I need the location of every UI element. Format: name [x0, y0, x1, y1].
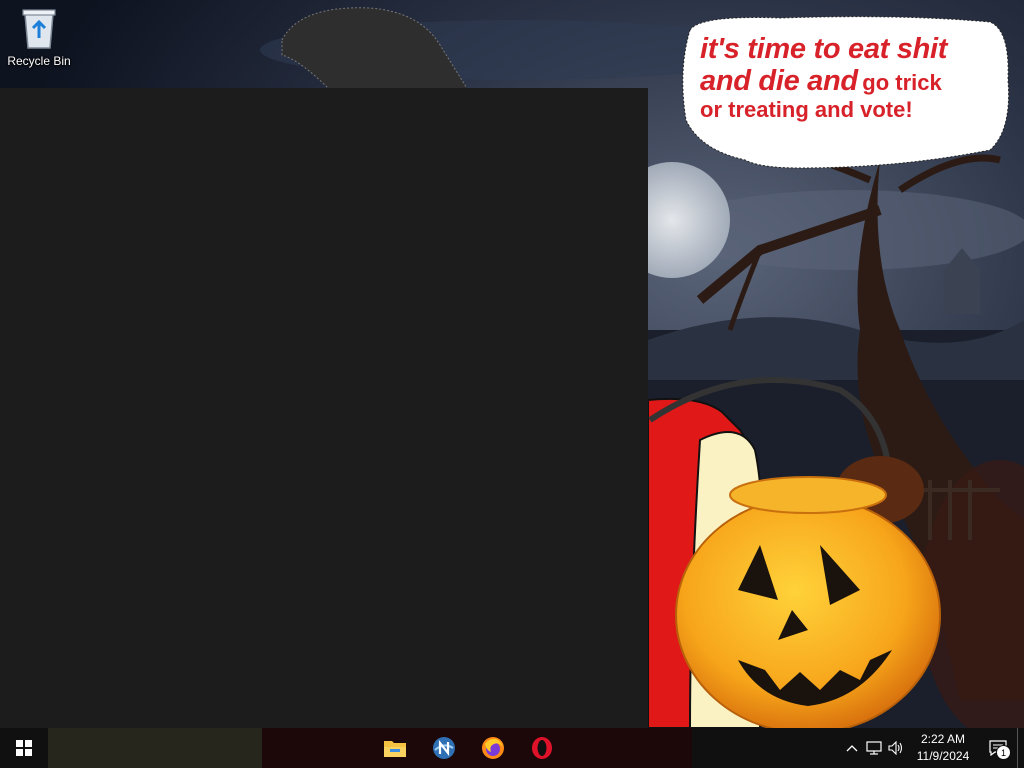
firefox-icon	[482, 737, 504, 759]
taskbar-opera[interactable]	[518, 728, 566, 768]
desktop-icon-recycle-bin[interactable]: Recycle Bin	[4, 6, 74, 78]
system-tray: 2:22 AM 11/9/2024 1	[841, 728, 1024, 768]
clock-time: 2:22 AM	[920, 732, 966, 746]
network-icon	[866, 741, 882, 755]
windows-logo-icon	[16, 740, 32, 756]
speech-line-1: it's time to eat shit	[700, 33, 948, 65]
taskbar-clock[interactable]: 2:22 AM 11/9/2024	[907, 731, 979, 765]
recycle-bin-icon	[22, 9, 56, 49]
opera-icon	[532, 737, 552, 759]
speech-line-3: or treating and vote!	[700, 96, 913, 122]
speech-line-2-big: and die and	[700, 64, 858, 97]
chevron-up-icon	[846, 745, 858, 752]
desktop: it's time to eat shit and die and go tri…	[0, 0, 1024, 728]
taskbar-file-explorer[interactable]	[371, 728, 419, 768]
taskbar-network-app[interactable]	[420, 728, 468, 768]
blank-app-window[interactable]	[0, 88, 648, 728]
taskbar-firefox[interactable]	[469, 728, 517, 768]
start-button[interactable]	[0, 728, 48, 768]
speech-bubble-text: it's time to eat shit and die and go tri…	[700, 33, 1000, 122]
action-center-button[interactable]: 1	[979, 728, 1017, 768]
clock-date: 11/9/2024	[916, 749, 970, 763]
taskbar-transparency-area	[48, 728, 262, 768]
show-desktop-button[interactable]	[1017, 728, 1024, 768]
speaker-icon	[888, 741, 903, 755]
folder-icon	[384, 741, 406, 757]
network-tray-button[interactable]	[863, 728, 885, 768]
volume-tray-button[interactable]	[885, 728, 907, 768]
notification-count-badge: 1	[996, 745, 1011, 760]
n-globe-icon	[433, 737, 455, 759]
taskbar: 2:22 AM 11/9/2024 1	[0, 728, 1024, 768]
speech-line-2-small: go trick	[862, 69, 942, 95]
show-hidden-icons-button[interactable]	[841, 728, 863, 768]
desktop-icon-label: Recycle Bin	[7, 54, 71, 68]
